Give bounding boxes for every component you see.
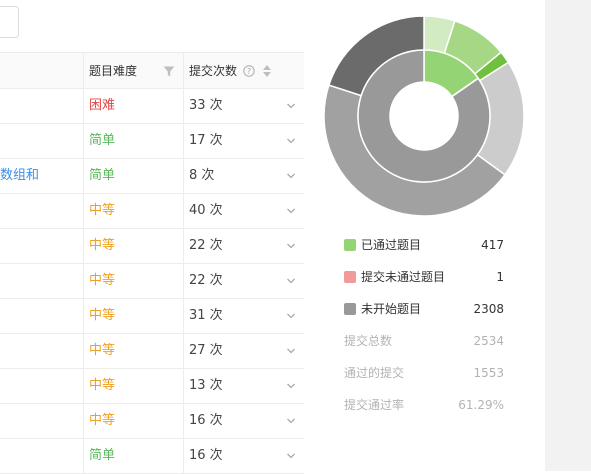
stat-label: 提交总数 xyxy=(344,334,393,348)
legend-item: 未开始题目 2308 xyxy=(344,299,506,331)
stat-item: 提交通过率 61.29% xyxy=(344,395,506,427)
difficulty-label: 中等 xyxy=(89,308,116,323)
submission-count: 27 次 xyxy=(189,343,223,358)
legend-swatch xyxy=(344,239,356,251)
difficulty-label: 简单 xyxy=(89,168,116,183)
legend-value: 1 xyxy=(496,270,504,284)
table-row[interactable]: 中等 27 次 xyxy=(0,334,304,369)
stat-label: 提交通过率 xyxy=(344,398,405,412)
chevron-down-icon[interactable] xyxy=(286,277,296,285)
chevron-down-icon[interactable] xyxy=(286,347,296,355)
stat-value: 61.29% xyxy=(458,398,504,412)
difficulty-label: 简单 xyxy=(89,448,116,463)
submission-count: 33 次 xyxy=(189,98,223,113)
table-row[interactable]: 简单 16 次 xyxy=(0,439,304,474)
legend: 已通过题目 417 提交未通过题目 1 未开始题目 2308 提交总数 2534 通过的提交 1… xyxy=(344,235,506,427)
table-row[interactable]: 数组和 简单 8 次 xyxy=(0,159,304,194)
legend-swatch xyxy=(344,271,356,283)
table-row[interactable]: 困难 33 次 xyxy=(0,89,304,124)
chevron-down-icon[interactable] xyxy=(286,207,296,215)
submission-count: 22 次 xyxy=(189,238,223,253)
legend-item: 提交未通过题目 1 xyxy=(344,267,506,299)
chevron-down-icon[interactable] xyxy=(286,172,296,180)
submission-count: 16 次 xyxy=(189,448,223,463)
chevron-down-icon[interactable] xyxy=(286,137,296,145)
difficulty-label: 中等 xyxy=(89,343,116,358)
stat-value: 1553 xyxy=(473,366,504,380)
chevron-down-icon[interactable] xyxy=(286,102,296,110)
table-row[interactable]: 中等 40 次 xyxy=(0,194,304,229)
difficulty-label: 中等 xyxy=(89,238,116,253)
difficulty-label: 困难 xyxy=(89,98,116,113)
table-row[interactable]: 简单 17 次 xyxy=(0,124,304,159)
problem-title[interactable]: 数组和 xyxy=(0,159,39,193)
chevron-down-icon[interactable] xyxy=(286,452,296,460)
table-body: 困难 33 次简单 17 次数组和 简单 8 次中等 40 次中等 22 次中等 22 次中等… xyxy=(0,89,304,474)
difficulty-label: 中等 xyxy=(89,378,116,393)
problem-table: 题目难度 提交次数 ? 困难 33 次简单 17 次数组和 简单 8 次中等 40 次中等… xyxy=(0,52,304,474)
chevron-down-icon[interactable] xyxy=(286,242,296,250)
progress-donut-chart xyxy=(320,12,530,222)
chevron-down-icon[interactable] xyxy=(286,417,296,425)
stat-item: 提交总数 2534 xyxy=(344,331,506,363)
legend-item: 已通过题目 417 xyxy=(344,235,506,267)
difficulty-label: 简单 xyxy=(89,133,116,148)
filter-icon[interactable] xyxy=(163,66,175,77)
legend-value: 2308 xyxy=(473,302,504,316)
stat-value: 2534 xyxy=(473,334,504,348)
legend-value: 417 xyxy=(481,238,504,252)
stat-item: 通过的提交 1553 xyxy=(344,363,506,395)
header-submissions: 提交次数 xyxy=(189,64,238,78)
table-row[interactable]: 中等 13 次 xyxy=(0,369,304,404)
submission-count: 8 次 xyxy=(189,168,215,183)
chevron-down-icon[interactable] xyxy=(286,382,296,390)
chevron-down-icon[interactable] xyxy=(286,312,296,320)
table-row[interactable]: 中等 31 次 xyxy=(0,299,304,334)
right-gutter xyxy=(545,0,591,471)
table-row[interactable]: 中等 22 次 xyxy=(0,229,304,264)
table-header: 题目难度 提交次数 ? xyxy=(0,52,304,89)
legend-swatch xyxy=(344,303,356,315)
legend-label: 已通过题目 xyxy=(361,238,422,252)
header-difficulty: 题目难度 xyxy=(89,64,138,78)
search-input[interactable] xyxy=(0,6,19,38)
table-row[interactable]: 中等 16 次 xyxy=(0,404,304,439)
table-row[interactable]: 中等 22 次 xyxy=(0,264,304,299)
sort-icon[interactable] xyxy=(262,64,272,78)
submission-count: 31 次 xyxy=(189,308,223,323)
submission-count: 17 次 xyxy=(189,133,223,148)
legend-label: 未开始题目 xyxy=(361,302,422,316)
stat-label: 通过的提交 xyxy=(344,366,405,380)
legend-label: 提交未通过题目 xyxy=(361,270,446,284)
submission-count: 13 次 xyxy=(189,378,223,393)
svg-text:?: ? xyxy=(247,67,251,76)
submission-count: 40 次 xyxy=(189,203,223,218)
difficulty-label: 中等 xyxy=(89,203,116,218)
submission-count: 16 次 xyxy=(189,413,223,428)
difficulty-label: 中等 xyxy=(89,413,116,428)
submission-count: 22 次 xyxy=(189,273,223,288)
help-icon[interactable]: ? xyxy=(243,65,255,77)
difficulty-label: 中等 xyxy=(89,273,116,288)
